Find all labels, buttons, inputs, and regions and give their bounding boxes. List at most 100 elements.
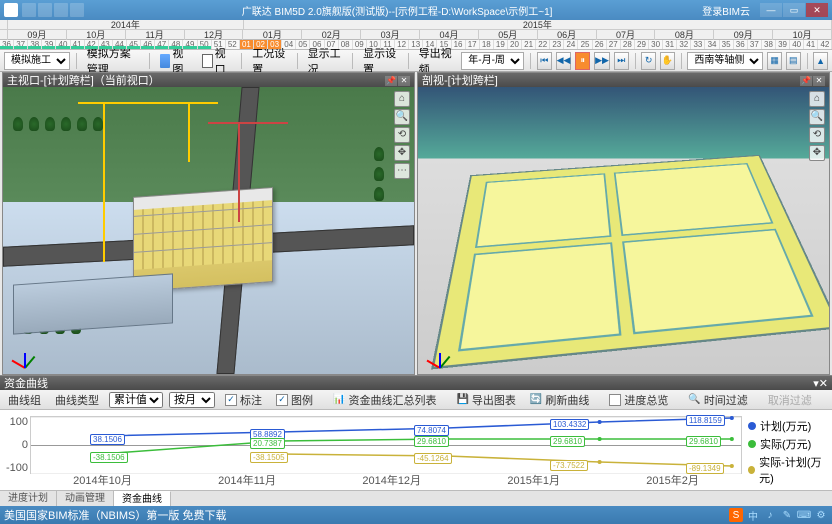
- nav-prev-button[interactable]: ◀◀: [556, 52, 572, 70]
- nav-next-button[interactable]: ▶▶: [594, 52, 610, 70]
- status-icon-4[interactable]: ⌨: [797, 508, 811, 522]
- week-cell[interactable]: 24: [564, 40, 578, 49]
- week-cell[interactable]: 35: [720, 40, 734, 49]
- legend-check[interactable]: ✓图例: [272, 392, 317, 408]
- week-cell[interactable]: 13: [409, 40, 423, 49]
- vp-tool-zoom-icon[interactable]: 🔍: [394, 109, 410, 125]
- minimize-button[interactable]: —: [760, 3, 782, 17]
- week-cell[interactable]: 05: [296, 40, 310, 49]
- week-cell[interactable]: 51: [212, 40, 226, 49]
- tab-curve[interactable]: 资金曲线: [114, 491, 171, 506]
- tool-extra2-button[interactable]: ▤: [786, 52, 801, 70]
- status-icon-3[interactable]: ✎: [780, 508, 794, 522]
- week-cell[interactable]: 11: [381, 40, 395, 49]
- week-cell[interactable]: 26: [593, 40, 607, 49]
- tab-animation[interactable]: 动画管理: [57, 491, 114, 506]
- status-icon-2[interactable]: ♪: [763, 508, 777, 522]
- export-video-button[interactable]: 导出视频: [415, 52, 458, 70]
- qa-btn-3[interactable]: [54, 3, 68, 17]
- cloud-login-link[interactable]: 登录BIM云: [702, 3, 750, 18]
- week-cell[interactable]: 18: [480, 40, 494, 49]
- week-cell[interactable]: 08: [339, 40, 353, 49]
- week-cell[interactable]: 34: [705, 40, 719, 49]
- week-cell[interactable]: 29: [635, 40, 649, 49]
- week-cell[interactable]: 17: [466, 40, 480, 49]
- week-cell[interactable]: 07: [325, 40, 339, 49]
- week-cell[interactable]: 39: [776, 40, 790, 49]
- week-cell[interactable]: 36: [0, 40, 14, 49]
- cancel-filter-button[interactable]: 取消过滤: [764, 392, 816, 408]
- chart-area[interactable]: 100 0 -100 38.150658.889274.8074103.4332…: [0, 410, 832, 490]
- qa-btn-1[interactable]: [22, 3, 36, 17]
- week-cell[interactable]: 06: [310, 40, 324, 49]
- annotate-check[interactable]: ✓标注: [221, 392, 266, 408]
- vp2-tool-pan-icon[interactable]: ✥: [809, 145, 825, 161]
- week-cell[interactable]: 41: [71, 40, 85, 49]
- week-cell[interactable]: 44: [113, 40, 127, 49]
- week-cell[interactable]: 22: [536, 40, 550, 49]
- nav-last-button[interactable]: ⏭: [614, 52, 629, 70]
- vp-tool-orbit-icon[interactable]: ⟲: [394, 127, 410, 143]
- week-cell[interactable]: 14: [423, 40, 437, 49]
- week-cell[interactable]: 43: [99, 40, 113, 49]
- curve-group-button[interactable]: 曲线组: [4, 392, 45, 408]
- time-format-select[interactable]: 年-月-周: [461, 52, 524, 70]
- qa-btn-2[interactable]: [38, 3, 52, 17]
- by-month-select[interactable]: 按月: [169, 392, 215, 408]
- status-left-text[interactable]: 美国国家BIM标准（NBIMS）第一版 免费下载: [4, 507, 226, 523]
- week-cell[interactable]: 31: [663, 40, 677, 49]
- week-cell[interactable]: 38: [762, 40, 776, 49]
- week-cell[interactable]: 27: [607, 40, 621, 49]
- week-cell[interactable]: 33: [691, 40, 705, 49]
- vp2-pin-icon[interactable]: 📌: [800, 76, 812, 86]
- refresh-button[interactable]: 🔄 刷新曲线: [526, 392, 593, 408]
- vp-tool-home-icon[interactable]: ⌂: [394, 91, 410, 107]
- tool-rotate-button[interactable]: ↻: [641, 52, 656, 70]
- week-cell[interactable]: 10: [367, 40, 381, 49]
- week-cell[interactable]: 49: [183, 40, 197, 49]
- summary-table-button[interactable]: 📊 资金曲线汇总列表: [329, 392, 440, 408]
- accumulate-select[interactable]: 累计值: [109, 392, 163, 408]
- tool-pan-button[interactable]: ✋: [660, 52, 675, 70]
- week-cell[interactable]: 40: [56, 40, 70, 49]
- status-icon-5[interactable]: ⚙: [814, 508, 828, 522]
- week-cell[interactable]: 36: [734, 40, 748, 49]
- week-cell[interactable]: 28: [621, 40, 635, 49]
- vp2-tool-home-icon[interactable]: ⌂: [809, 91, 825, 107]
- week-cell[interactable]: 12: [395, 40, 409, 49]
- week-cell[interactable]: 37: [748, 40, 762, 49]
- viewport-button[interactable]: 视口: [198, 52, 236, 70]
- display-project-button[interactable]: 显示工况: [304, 52, 347, 70]
- tool-extra1-button[interactable]: ▦: [767, 52, 782, 70]
- week-cell[interactable]: 32: [677, 40, 691, 49]
- week-cell[interactable]: 42: [85, 40, 99, 49]
- mode-select[interactable]: 模拟施工: [4, 52, 70, 70]
- status-icon-1[interactable]: 中: [746, 508, 760, 522]
- timeline-weeks[interactable]: 3637383940414243444546474849505152010203…: [0, 40, 832, 50]
- week-cell[interactable]: 09: [353, 40, 367, 49]
- time-filter-button[interactable]: 🔍 时间过滤: [684, 392, 751, 408]
- overview-check[interactable]: 进度总览: [605, 392, 672, 408]
- cp-close-icon[interactable]: ✕: [819, 378, 828, 390]
- nav-play-button[interactable]: ⏸: [575, 52, 590, 70]
- week-cell[interactable]: 01: [240, 40, 254, 49]
- week-cell[interactable]: 47: [155, 40, 169, 49]
- qa-btn-4[interactable]: [70, 3, 84, 17]
- week-cell[interactable]: 04: [282, 40, 296, 49]
- week-cell[interactable]: 21: [522, 40, 536, 49]
- tool-extra3-button[interactable]: ▲: [813, 52, 828, 70]
- week-cell[interactable]: 20: [508, 40, 522, 49]
- close-button[interactable]: ✕: [806, 3, 828, 17]
- week-cell[interactable]: 30: [649, 40, 663, 49]
- worker-setting-button[interactable]: 工况设置: [248, 52, 291, 70]
- maximize-button[interactable]: ▭: [783, 3, 805, 17]
- status-icon-s[interactable]: S: [729, 508, 743, 522]
- main-viewport-3d[interactable]: ⌂ 🔍 ⟲ ✥ ⋯: [3, 87, 414, 374]
- vp-tool-pan-icon[interactable]: ✥: [394, 145, 410, 161]
- week-cell[interactable]: 19: [494, 40, 508, 49]
- week-cell[interactable]: 16: [452, 40, 466, 49]
- week-cell[interactable]: 48: [169, 40, 183, 49]
- display-setting-button[interactable]: 显示设置: [359, 52, 402, 70]
- view-button[interactable]: 视图: [156, 52, 194, 70]
- week-cell[interactable]: 41: [804, 40, 818, 49]
